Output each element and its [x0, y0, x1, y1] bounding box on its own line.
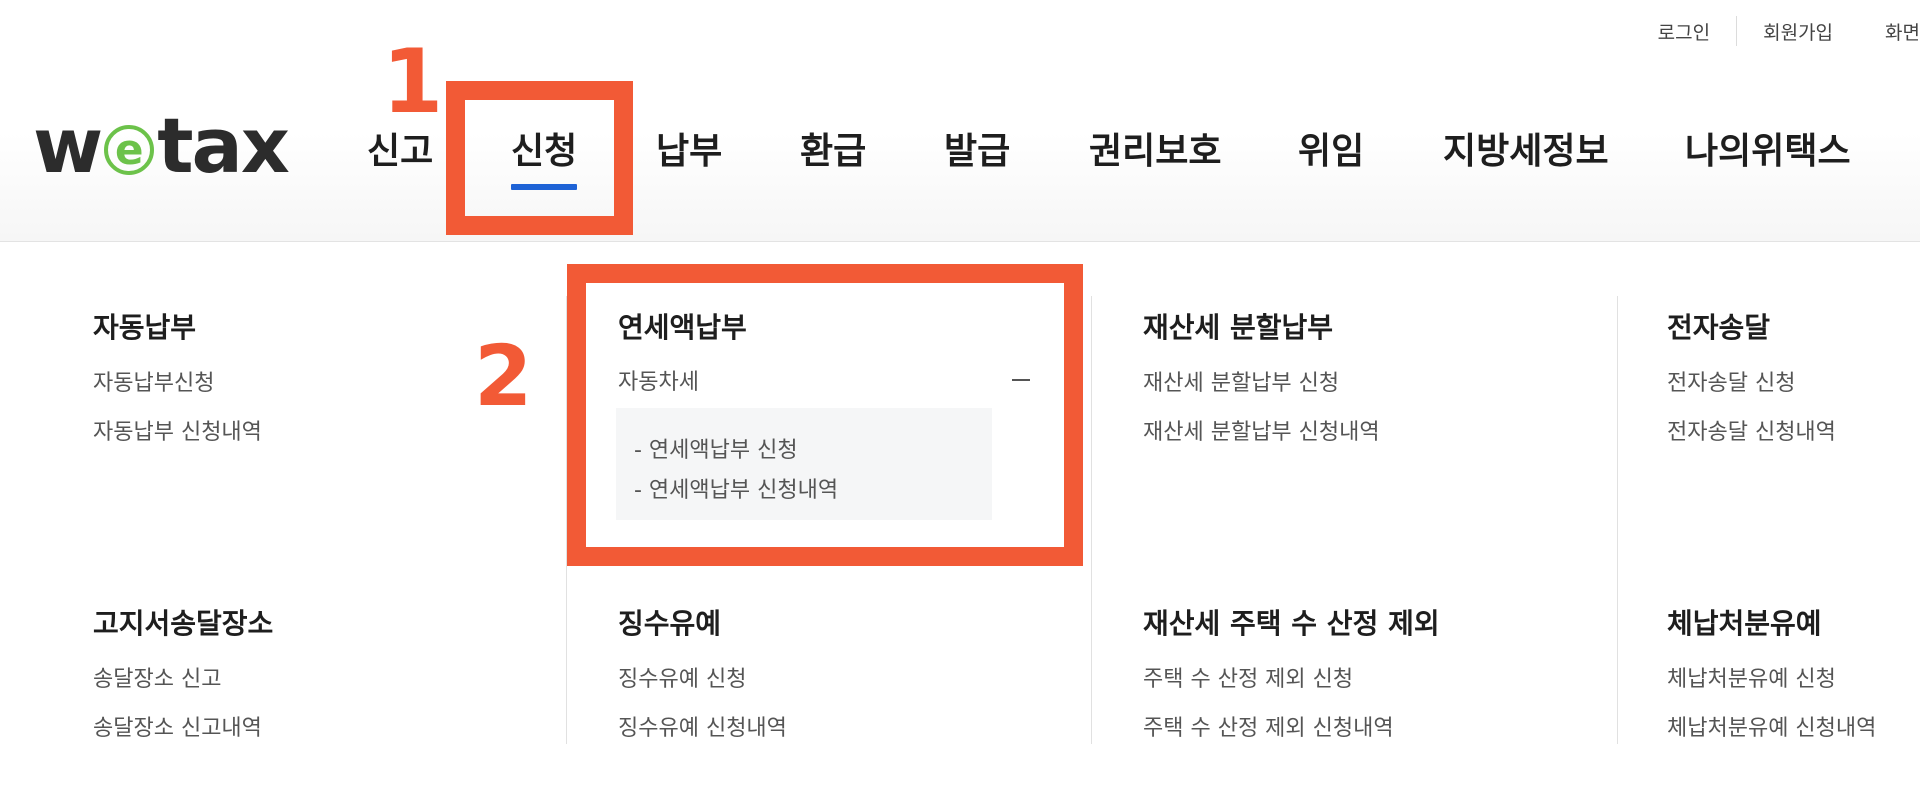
wetax-logo[interactable]: w e tax — [33, 101, 290, 190]
screen-link[interactable]: 화면 — [1859, 18, 1920, 45]
join-link[interactable]: 회원가입 — [1737, 18, 1859, 45]
group-title-property-tax-installment: 재산세 분할납부 — [1143, 311, 1334, 344]
menu-link[interactable]: 자동납부신청 — [93, 365, 214, 397]
menu-link[interactable]: 송달장소 신고 — [93, 661, 221, 693]
menu-link[interactable]: 주택 수 산정 제외 신청내역 — [1143, 710, 1394, 742]
login-link[interactable]: 로그인 — [1632, 18, 1736, 45]
gnb-item-local-tax-info[interactable]: 지방세정보 — [1443, 124, 1609, 180]
logo-e-icon: e — [104, 125, 155, 175]
logo-text-post: tax — [157, 101, 290, 190]
menu-link[interactable]: 징수유예 신청내역 — [618, 710, 787, 742]
logo-text-pre: w — [33, 101, 103, 190]
menu-link[interactable]: 체납처분유예 신청 — [1667, 661, 1836, 693]
group-title-house-count-exclusion: 재산세 주택 수 산정 제외 — [1143, 607, 1440, 640]
menu-link[interactable]: 징수유예 신청 — [618, 661, 746, 693]
menu-link[interactable]: 체납처분유예 신청내역 — [1667, 710, 1876, 742]
gnb-item-issue[interactable]: 발급 — [944, 124, 1010, 180]
highlight-box-annual-payment — [567, 264, 1083, 566]
menu-link[interactable]: 전자송달 신청 — [1667, 365, 1795, 397]
column-divider — [1091, 296, 1092, 744]
gnb-item-delegation[interactable]: 위임 — [1298, 124, 1364, 180]
group-title-e-delivery: 전자송달 — [1667, 311, 1771, 344]
gnb-item-rights[interactable]: 권리보호 — [1089, 124, 1221, 180]
menu-link[interactable]: 전자송달 신청내역 — [1667, 414, 1836, 446]
menu-link[interactable]: 자동납부 신청내역 — [93, 414, 262, 446]
group-title-delinquency-deferral: 체납처분유예 — [1667, 607, 1822, 640]
group-title-notice-place: 고지서송달장소 — [93, 607, 274, 640]
utility-menu: 로그인 회원가입 화면 — [1632, 14, 1920, 48]
group-title-auto-payment: 자동납부 — [93, 311, 197, 344]
menu-link[interactable]: 재산세 분할납부 신청내역 — [1143, 414, 1380, 446]
annotation-number-1: 1 — [382, 30, 444, 133]
highlight-box-apply-tab — [446, 81, 633, 235]
gnb-item-refund[interactable]: 환급 — [800, 124, 866, 180]
menu-link[interactable]: 재산세 분할납부 신청 — [1143, 365, 1339, 397]
gnb-item-my-wetax[interactable]: 나의위택스 — [1685, 124, 1851, 180]
group-title-collection-deferral: 징수유예 — [618, 607, 722, 640]
column-divider — [1617, 296, 1618, 744]
menu-link[interactable]: 송달장소 신고내역 — [93, 710, 262, 742]
gnb-item-payment[interactable]: 납부 — [656, 124, 722, 180]
menu-link[interactable]: 주택 수 산정 제외 신청 — [1143, 661, 1353, 693]
annotation-number-2: 2 — [474, 327, 533, 425]
